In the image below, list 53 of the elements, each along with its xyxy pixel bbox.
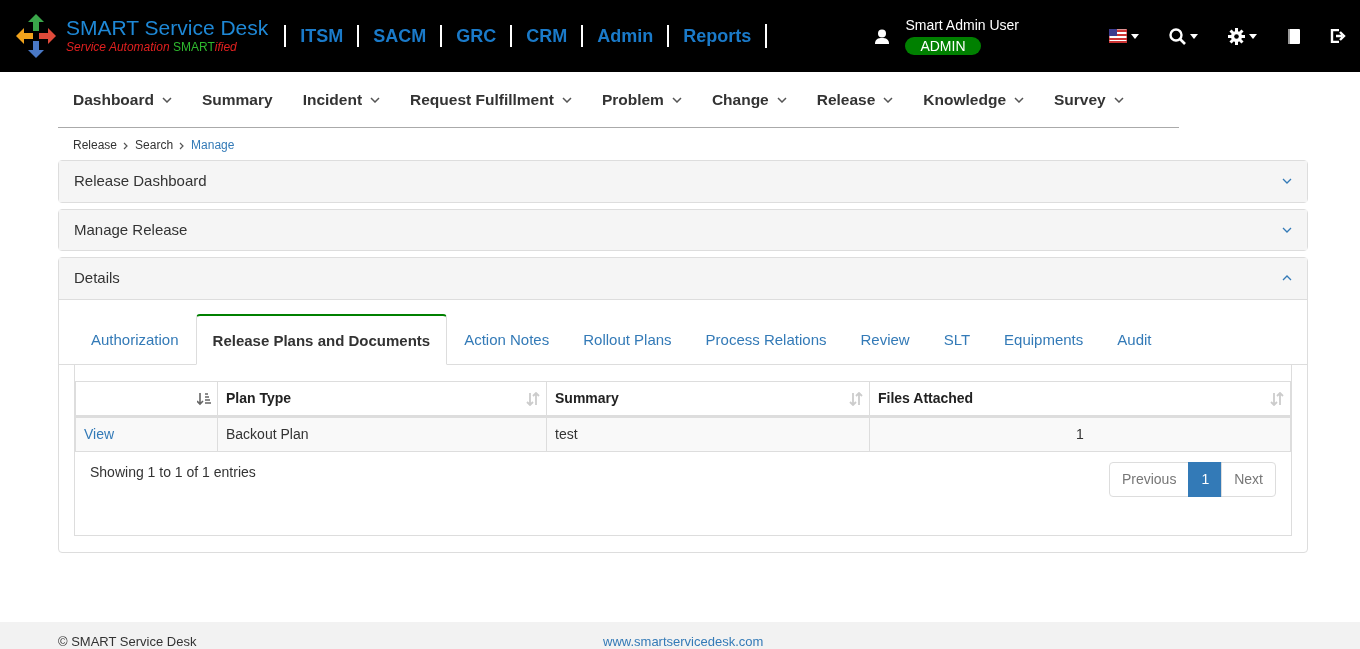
chevron-down-icon[interactable] bbox=[1282, 226, 1292, 233]
logout-icon[interactable] bbox=[1330, 29, 1346, 43]
module-link[interactable]: Admin bbox=[581, 25, 668, 47]
page-button[interactable]: Next bbox=[1221, 462, 1276, 497]
chevron-up-icon[interactable] bbox=[1282, 275, 1292, 282]
settings-icon[interactable] bbox=[1228, 27, 1257, 45]
tab[interactable]: Authorization bbox=[74, 313, 196, 365]
menu-item[interactable]: Request Fulfillment bbox=[395, 87, 587, 112]
book-icon[interactable] bbox=[1287, 28, 1300, 44]
module-link[interactable]: GRC bbox=[440, 25, 511, 47]
menu-item[interactable]: Problem bbox=[586, 87, 697, 112]
panel-header[interactable]: Release Dashboard bbox=[59, 161, 1307, 202]
menu-item[interactable]: Knowledge bbox=[908, 87, 1039, 112]
module-link[interactable]: CRM bbox=[510, 25, 582, 47]
chevron-down-icon[interactable] bbox=[1282, 178, 1292, 185]
view-link[interactable]: View bbox=[84, 426, 115, 442]
table-cell: Backout Plan bbox=[217, 416, 547, 452]
language-flag-icon[interactable] bbox=[1109, 29, 1139, 43]
website-link[interactable]: www.smartservicedesk.com bbox=[603, 632, 764, 649]
entries-info: Showing 1 to 1 of 1 entries bbox=[90, 463, 256, 482]
menu-item[interactable]: Incident bbox=[287, 87, 396, 112]
table-cell: 1 bbox=[869, 416, 1291, 452]
tab[interactable]: Release Plans and Documents bbox=[195, 313, 448, 365]
panel-header[interactable]: Manage Release bbox=[59, 209, 1307, 250]
tab[interactable]: Action Notes bbox=[447, 313, 567, 365]
tagline: Service Automation SMARTified bbox=[66, 38, 238, 56]
user-icon[interactable] bbox=[875, 28, 890, 44]
menu-item[interactable]: Summary bbox=[186, 87, 288, 112]
search-icon[interactable] bbox=[1169, 27, 1198, 45]
role-badge: ADMIN bbox=[905, 37, 981, 55]
tab[interactable]: Audit bbox=[1100, 313, 1169, 365]
panel-header[interactable]: Details bbox=[59, 258, 1307, 300]
menu-item[interactable]: Change bbox=[696, 87, 802, 112]
tab[interactable]: SLT bbox=[926, 313, 988, 365]
tab[interactable]: Rollout Plans bbox=[566, 313, 689, 365]
module-link[interactable]: ITSM bbox=[284, 25, 358, 47]
menu-item[interactable]: Dashboard bbox=[58, 87, 187, 112]
page-button[interactable]: Previous bbox=[1108, 462, 1190, 497]
tab[interactable]: Review bbox=[843, 313, 927, 365]
tab[interactable]: Equipments bbox=[987, 313, 1101, 365]
breadcrumb-link[interactable]: Search bbox=[135, 136, 174, 154]
copyright-text: © SMART Service Desk bbox=[58, 633, 198, 649]
module-link[interactable]: Reports bbox=[667, 25, 766, 47]
breadcrumb-link[interactable]: Manage bbox=[191, 136, 235, 154]
table-cell: test bbox=[546, 416, 870, 452]
user-name: Smart Admin User bbox=[905, 16, 1019, 35]
menu-item[interactable]: Release bbox=[801, 87, 909, 112]
breadcrumb-link[interactable]: Release bbox=[73, 136, 118, 154]
brand-name: SMART Service Desk bbox=[66, 16, 269, 38]
tab[interactable]: Process Relations bbox=[688, 313, 844, 365]
page-button[interactable]: 1 bbox=[1188, 462, 1223, 497]
menu-item[interactable]: Survey bbox=[1039, 87, 1139, 112]
module-link[interactable]: SACM bbox=[357, 25, 441, 47]
